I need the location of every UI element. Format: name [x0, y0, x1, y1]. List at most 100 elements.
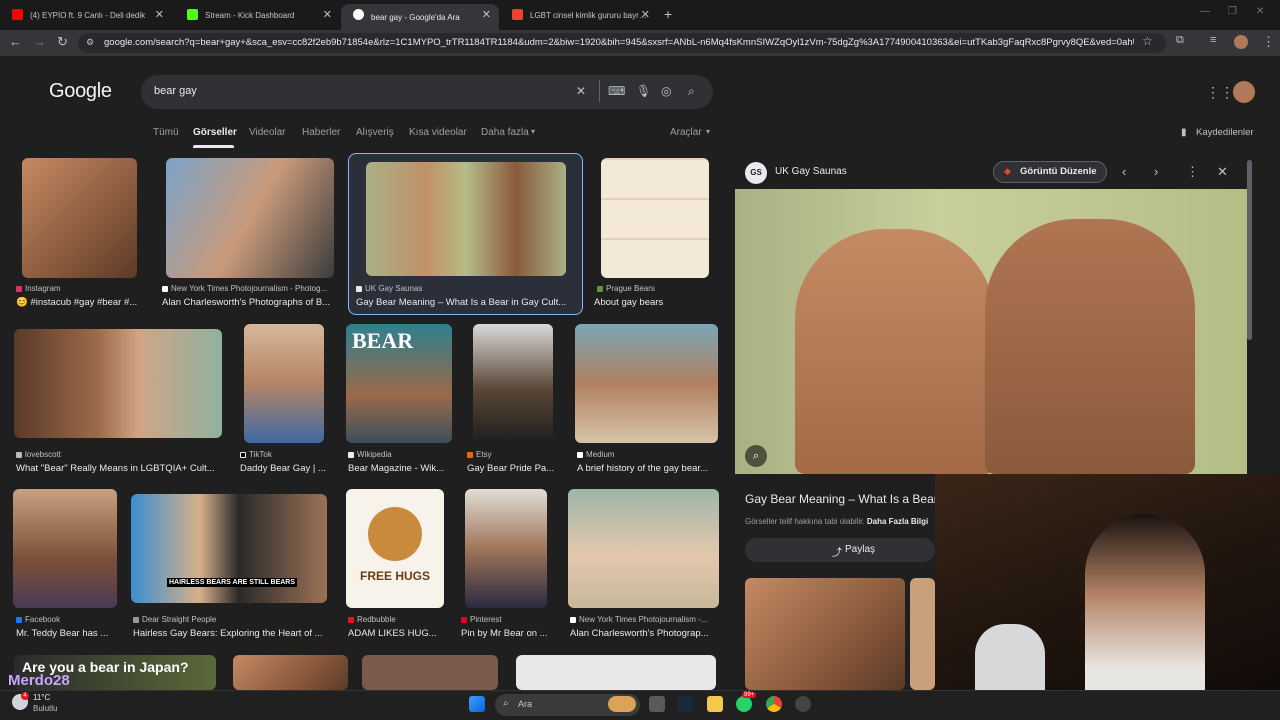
close-tab-icon[interactable]: ✕: [155, 8, 164, 21]
result-title[interactable]: A brief history of the gay bear...: [577, 463, 717, 474]
profile-avatar[interactable]: [1234, 35, 1248, 49]
clear-search-icon[interactable]: ✕: [576, 84, 586, 98]
result-image[interactable]: [366, 162, 566, 276]
close-tab-icon[interactable]: ✕: [323, 8, 332, 21]
tab-more[interactable]: Daha fazla: [481, 127, 529, 138]
close-tab-icon[interactable]: ✕: [641, 8, 650, 21]
tab-youtube[interactable]: (4) EYPİO ft. 9 Canlı - Deli dedik ✕: [0, 4, 172, 26]
result-image[interactable]: [22, 158, 137, 278]
tab-all[interactable]: Tümü: [153, 127, 179, 138]
more-info-link[interactable]: Daha Fazla Bilgi: [867, 517, 928, 526]
reload-icon[interactable]: ↻: [57, 34, 68, 50]
result-title[interactable]: Gay Bear Meaning – What Is a Bear in Gay…: [356, 297, 576, 308]
result-title[interactable]: Bear Magazine - Wik...: [348, 463, 453, 474]
kick-icon: [187, 9, 198, 20]
tab-images[interactable]: Görseller: [193, 127, 237, 138]
bookmark-star-icon[interactable]: ☆: [1142, 34, 1153, 48]
search-icon[interactable]: ⌕: [688, 84, 695, 99]
forward-icon[interactable]: →: [33, 34, 46, 49]
search-icon: ⌕: [503, 698, 509, 709]
microphone-icon[interactable]: 🎙: [636, 84, 651, 98]
result-image[interactable]: [601, 158, 709, 278]
file-explorer-icon[interactable]: [707, 696, 723, 712]
tab-kick[interactable]: Stream - Kick Dashboard ✕: [175, 4, 340, 26]
search-highlight-icon[interactable]: [608, 696, 636, 712]
result-title[interactable]: ADAM LIKES HUG...: [348, 628, 443, 639]
result-title[interactable]: What "Bear" Really Means in LGBTQIA+ Cul…: [16, 463, 221, 474]
related-image[interactable]: [910, 578, 935, 690]
result-title[interactable]: Gay Bear Pride Pa...: [467, 463, 557, 474]
result-title[interactable]: About gay bears: [594, 297, 714, 308]
tab-shopping[interactable]: Alışveriş: [356, 127, 394, 138]
windows-start-icon[interactable]: [469, 696, 485, 712]
result-image[interactable]: [362, 655, 498, 690]
preview-title[interactable]: Gay Bear Meaning – What Is a Bear: [745, 492, 935, 506]
panel-scrollbar[interactable]: [1247, 160, 1252, 340]
more-options-icon[interactable]: ⋮: [1186, 164, 1199, 180]
extensions-icon[interactable]: ⧉: [1176, 34, 1184, 47]
source-logo: GS: [745, 162, 767, 184]
close-icon[interactable]: ✕: [1217, 164, 1228, 180]
result-title[interactable]: 😊 #instacub #gay #bear #...: [16, 297, 146, 308]
result-source: Etsy: [467, 450, 557, 459]
result-title[interactable]: Daddy Bear Gay | ...: [240, 463, 330, 474]
google-logo[interactable]: Google: [49, 80, 112, 103]
account-avatar[interactable]: [1233, 81, 1255, 103]
previous-icon[interactable]: ‹: [1122, 164, 1126, 179]
close-window-icon[interactable]: ✕: [1256, 6, 1264, 17]
media-icon[interactable]: ≡: [1210, 34, 1216, 46]
result-source: Wikipedia: [348, 450, 458, 459]
tools-button[interactable]: Araçlar: [670, 127, 702, 138]
url-text[interactable]: google.com/search?q=bear+gay+&sca_esv=cc…: [104, 37, 1134, 48]
result-image[interactable]: [465, 489, 547, 608]
result-image[interactable]: [14, 329, 222, 438]
maximize-icon[interactable]: ❐: [1228, 6, 1237, 17]
chrome-icon[interactable]: [766, 696, 782, 712]
keyboard-icon[interactable]: ⌨: [608, 84, 625, 98]
obs-icon[interactable]: [795, 696, 811, 712]
close-tab-icon[interactable]: ✕: [482, 8, 491, 21]
result-title[interactable]: Alan Charlesworth's Photograp...: [570, 628, 715, 639]
tab-lgbt-flag[interactable]: LGBT cinsel kimlik gururu bayrağı ✕: [500, 4, 658, 26]
result-title[interactable]: Hairless Gay Bears: Exploring the Heart …: [133, 628, 328, 639]
result-image[interactable]: FREE HUGS: [346, 489, 444, 608]
saved-button[interactable]: Kaydedilenler: [1196, 127, 1254, 138]
result-title[interactable]: Pin by Mr Bear on ...: [461, 628, 551, 639]
search-input[interactable]: bear gay: [154, 85, 197, 97]
task-view-icon[interactable]: [649, 696, 665, 712]
result-image[interactable]: [575, 324, 718, 443]
result-image[interactable]: [568, 489, 719, 608]
result-image[interactable]: [13, 489, 117, 608]
result-image[interactable]: [166, 158, 334, 278]
lens-icon[interactable]: ◎: [661, 84, 671, 98]
result-image[interactable]: HAIRLESS BEARS ARE STILL BEARS: [131, 494, 327, 603]
tab-videos[interactable]: Videolar: [249, 127, 286, 138]
result-image[interactable]: [233, 655, 348, 690]
tab-google-search[interactable]: bear gay - Google'da Ara ✕: [341, 4, 499, 30]
browser-menu-icon[interactable]: ⋮: [1262, 34, 1275, 50]
steam-icon[interactable]: [677, 696, 693, 712]
tab-news[interactable]: Haberler: [302, 127, 340, 138]
result-image[interactable]: [516, 655, 716, 690]
visual-search-icon[interactable]: ⌕: [745, 445, 767, 467]
result-title[interactable]: Alan Charlesworth's Photographs of B...: [162, 297, 337, 308]
prague-bears-icon: [597, 285, 603, 292]
result-image[interactable]: [473, 324, 553, 443]
preview-image[interactable]: ⌕: [735, 189, 1247, 474]
site-info-icon[interactable]: ⚙: [86, 37, 94, 48]
source-name[interactable]: UK Gay Saunas: [775, 166, 847, 177]
apps-grid-icon[interactable]: ⋮⋮: [1206, 84, 1234, 101]
new-tab-icon[interactable]: +: [664, 6, 672, 22]
tab-short-videos[interactable]: Kısa videolar: [409, 127, 467, 138]
related-image[interactable]: [745, 578, 905, 690]
next-icon[interactable]: ›: [1154, 164, 1158, 179]
minimize-icon[interactable]: —: [1200, 6, 1210, 17]
unread-badge: 99+: [742, 692, 757, 698]
search-box[interactable]: [141, 75, 713, 109]
back-icon[interactable]: ←: [9, 34, 22, 49]
result-image[interactable]: BEAR: [346, 324, 452, 443]
facebook-icon: [16, 616, 22, 623]
result-title[interactable]: Mr. Teddy Bear has ...: [16, 628, 121, 639]
result-image[interactable]: [244, 324, 324, 443]
whatsapp-icon[interactable]: [736, 696, 752, 712]
